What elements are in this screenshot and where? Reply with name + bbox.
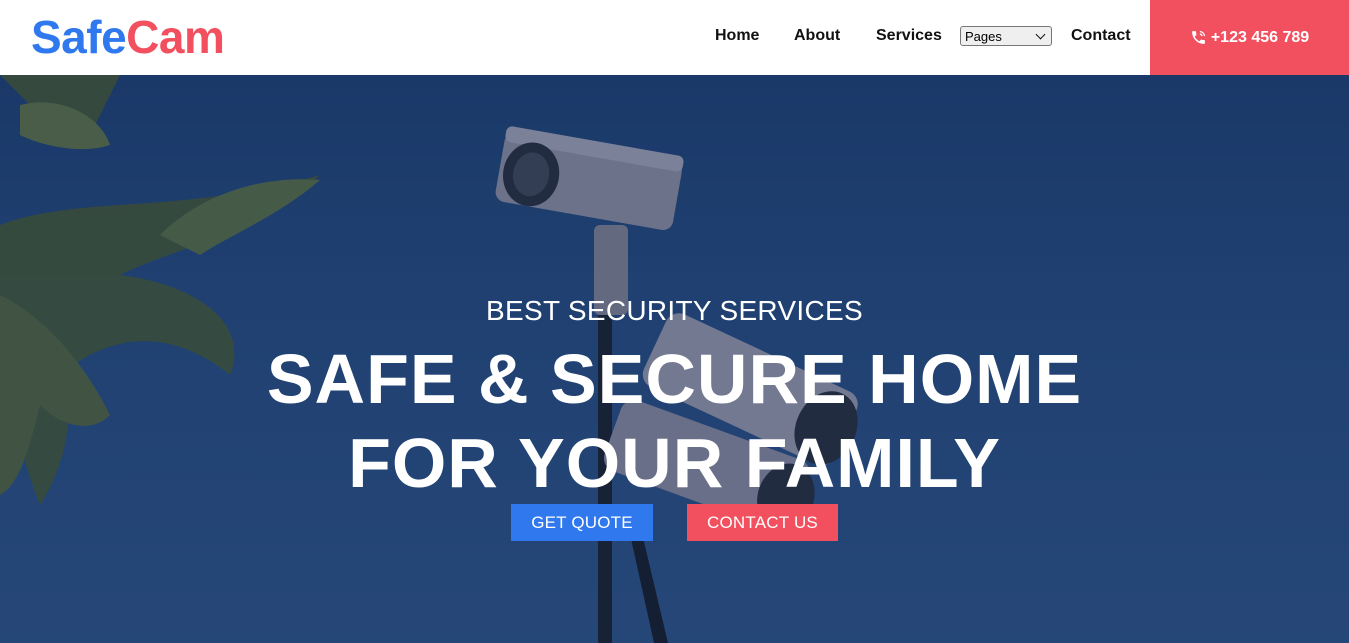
get-quote-button[interactable]: GET QUOTE [511,504,653,541]
pages-dropdown[interactable]: Pages [960,26,1052,46]
logo-part-safe: Safe [31,11,127,63]
hero-banner: BEST SECURITY SERVICES SAFE & SECURE HOM… [0,75,1349,643]
chevron-down-icon [1035,29,1046,39]
hero-headline: SAFE & SECURE HOME FOR YOUR FAMILY [0,337,1349,505]
logo-part-cam: Cam [126,11,225,63]
site-logo[interactable]: SafeCam [31,10,225,64]
hero-headline-line1: SAFE & SECURE HOME [266,340,1083,418]
nav-about-link[interactable]: About [794,26,840,46]
nav-contact-link[interactable]: Contact [1071,26,1131,46]
nav-home-link[interactable]: Home [715,26,759,46]
phone-number: +123 456 789 [1210,28,1310,46]
phone-call-button[interactable]: +123 456 789 [1150,0,1349,75]
hero-kicker: BEST SECURITY SERVICES [486,295,863,326]
hero-headline-line2: FOR YOUR FAMILY [348,424,1001,502]
pages-dropdown-value: Pages [965,28,1002,44]
site-header: SafeCam Home About Services Pages Contac… [0,0,1349,75]
contact-us-button[interactable]: CONTACT US [687,504,838,541]
nav-services-link[interactable]: Services [876,26,942,46]
phone-icon [1190,29,1207,46]
